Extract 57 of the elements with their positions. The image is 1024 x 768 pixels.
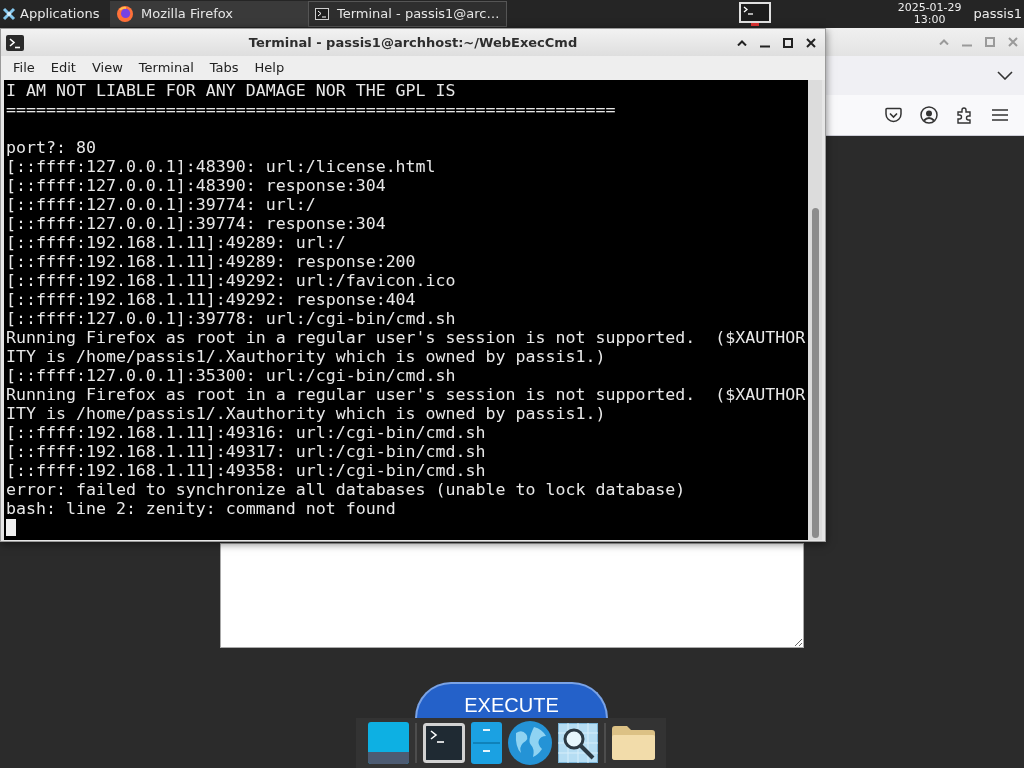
chevron-down-icon[interactable] [997,71,1013,80]
terminal-line: port?: 80 [6,138,97,157]
menu-item[interactable]: Tabs [201,58,247,78]
terminal-line: ITY is /home/passis1/.Xauthority which is owned by passis1.) [6,347,607,366]
terminal-line: ITY is /home/passis1/.Xauthority which is owned by passis1.) [6,404,607,423]
terminal-line: error: failed to synchronize all databases (unable to lock database) [6,480,687,499]
terminal-line: [::ffff:127.0.0.1]:39774: response:304 [6,214,387,233]
terminal-line: [::ffff:127.0.0.1]:39774: url:/ [6,195,317,214]
terminal-icon [6,35,24,51]
clock-date: 2025-01-29 [897,2,962,14]
taskbar-button[interactable]: Terminal - passis1@arc… [308,1,507,27]
globe-icon[interactable] [507,721,552,765]
terminal-line: ============================================================= [6,100,617,119]
applications-menu[interactable]: Applications [20,4,100,24]
terminal-line: Running Firefox as root in a regular user's session is not supported. ($XAUTHOR [6,328,807,347]
clock-time: 13:00 [912,14,947,26]
terminal-line: [::ffff:127.0.0.1]:39778: url:/cgi-bin/cmd.sh [6,309,457,328]
menu-item[interactable]: View [83,58,131,78]
puzzle-icon[interactable] [956,106,974,124]
terminal-line: [::ffff:192.168.1.11]:49289: url:/ [6,233,347,252]
terminal-line: I AM NOT LIABLE FOR ANY DAMAGE NOR THE GPL IS [6,81,457,100]
text-area-field[interactable] [220,543,804,648]
account-icon[interactable] [920,106,938,124]
menu-icon[interactable] [992,109,1008,121]
scrollbar-thumb[interactable] [812,208,819,538]
menu-item[interactable]: Edit [42,58,84,78]
menu-item[interactable]: Terminal [130,58,202,78]
terminal-line: bash: line 2: zenity: command not found [6,499,397,518]
file-cabinet-icon[interactable] [470,722,502,764]
caret-up-icon[interactable] [737,40,747,46]
pocket-icon[interactable] [885,107,902,123]
terminal-icon [315,8,329,20]
taskbar-button[interactable]: Mozilla Firefox [110,1,308,27]
terminal-line: [::ffff:127.0.0.1]:35300: url:/cgi-bin/cmd.sh [6,366,457,385]
menu-item[interactable]: Help [246,58,293,78]
window-title: Terminal - passis1@archhost:~/WebExecCmd [248,33,578,52]
terminal-line: [::ffff:192.168.1.11]:49292: url:/favicon.ico [6,271,457,290]
user-name[interactable]: passis1 [973,0,1022,28]
terminal-line: [::ffff:192.168.1.11]:49289: response:200 [6,252,417,271]
desktop-tile-icon[interactable] [367,722,409,764]
terminal-icon[interactable] [422,723,465,763]
terminal-line: [::ffff:192.168.1.11]:49317: url:/cgi-bin/cmd.sh [6,442,487,461]
maximize-icon[interactable] [783,38,793,48]
x-logo-icon[interactable] [2,7,16,21]
terminal-line: [::ffff:127.0.0.1]:48390: url:/license.html [6,157,437,176]
app-logo-icon [117,6,133,22]
folder-icon[interactable] [611,726,655,760]
terminal-icon[interactable] [738,2,771,26]
terminal-line: [::ffff:192.168.1.11]:49358: url:/cgi-bin/cmd.sh [6,461,487,480]
close-icon[interactable] [806,38,816,48]
terminal-line: Running Firefox as root in a regular user's session is not supported. ($XAUTHOR [6,385,807,404]
menu-item[interactable]: File [5,58,43,78]
terminal-line: [::ffff:192.168.1.11]:49292: response:404 [6,290,417,309]
execute-button[interactable]: EXECUTE [415,682,608,718]
terminal-line: [::ffff:192.168.1.11]:49316: url:/cgi-bin/cmd.sh [6,423,487,442]
search-icon[interactable] [557,723,598,763]
terminal-line: [::ffff:127.0.0.1]:48390: response:304 [6,176,387,195]
